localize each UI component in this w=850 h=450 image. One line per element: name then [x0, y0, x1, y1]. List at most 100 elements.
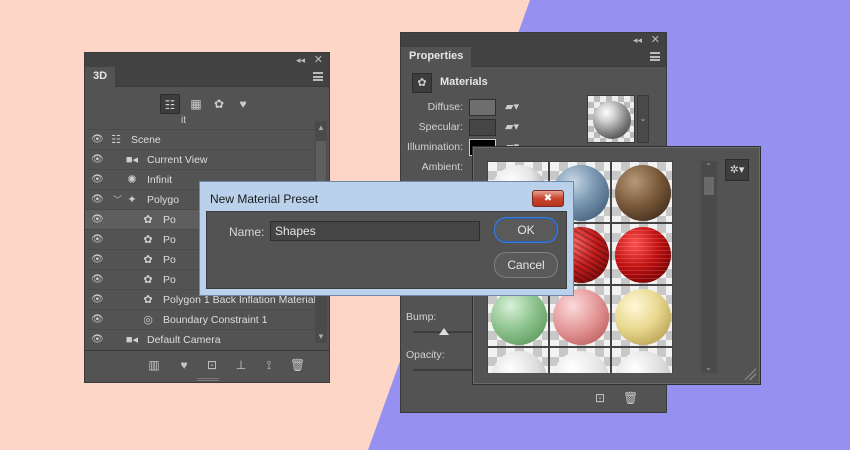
tree-row-label: Default Camera: [147, 334, 221, 346]
trash-icon[interactable]: 🗑: [290, 358, 305, 372]
scene-filter-icon[interactable]: ☷: [160, 94, 180, 114]
constraint-icon: ◎: [143, 314, 153, 326]
tree-row[interactable]: 👁 ◎ Boundary Constraint 1: [85, 309, 316, 329]
ambient-row: Ambient:: [401, 159, 463, 177]
material-filter-icon[interactable]: ✿: [209, 94, 229, 114]
light-add-icon[interactable]: ♥: [177, 358, 191, 372]
tab-3d[interactable]: 3D: [85, 67, 116, 87]
picker-scrollbar[interactable]: ⌃ ⌄: [701, 161, 717, 373]
material-swatch[interactable]: [487, 347, 549, 373]
camera-icon: ■◂: [125, 334, 139, 346]
collapse-icon[interactable]: ◂◂: [633, 35, 642, 46]
tree-row-label: Po: [163, 234, 176, 246]
cancel-button[interactable]: Cancel: [494, 252, 558, 278]
specular-row: Specular:: [401, 119, 463, 137]
sun-icon: ✺: [127, 174, 137, 186]
scene-icon: ☷: [111, 134, 121, 146]
section-title: Materials: [440, 76, 488, 88]
visibility-eye-icon[interactable]: 👁: [91, 154, 104, 165]
folder-icon[interactable]: ▰▾: [505, 100, 523, 114]
visibility-eye-icon[interactable]: 👁: [91, 174, 104, 185]
bump-slider-knob[interactable]: [439, 328, 449, 335]
panel-3d-bottom-toolbar: ▥ ♥ ⊡ ⊥ ⟟ 🗑: [85, 350, 329, 382]
visibility-eye-icon[interactable]: 👁: [91, 134, 104, 145]
material-icon: ✿: [143, 254, 153, 266]
panel-menu-icon[interactable]: [650, 52, 660, 61]
illumination-row: Illumination:: [401, 139, 463, 157]
visibility-eye-icon[interactable]: 👁: [91, 254, 104, 265]
illumination-label: Illumination:: [406, 141, 463, 153]
tree-row-label: Infinit: [147, 174, 173, 186]
visibility-eye-icon[interactable]: 👁: [91, 194, 104, 205]
bump-slider[interactable]: [413, 328, 477, 335]
visibility-eye-icon[interactable]: 👁: [91, 214, 104, 225]
tab-properties[interactable]: Properties: [401, 47, 472, 67]
collapse-icon[interactable]: ◂◂: [296, 55, 305, 66]
panel-resize-grip[interactable]: [197, 378, 219, 381]
panel-3d-tabbar: 3D: [85, 67, 329, 87]
close-icon[interactable]: ✕: [651, 33, 660, 46]
panel-menu-icon[interactable]: [313, 72, 323, 81]
name-label: Name:: [229, 225, 265, 239]
resize-handle-icon[interactable]: [744, 368, 756, 380]
material-swatch[interactable]: [549, 347, 611, 373]
render-icon[interactable]: ⊡: [205, 358, 219, 372]
mesh-filter-icon[interactable]: ▦: [186, 94, 206, 114]
trash-icon[interactable]: 🗑: [623, 391, 638, 405]
material-swatch[interactable]: [611, 223, 673, 285]
visibility-eye-icon[interactable]: 👁: [91, 314, 104, 325]
tree-row[interactable]: 👁 ■◂ Current View: [85, 149, 316, 169]
tree-row[interactable]: 👁 ☷ Scene: [85, 129, 316, 149]
tree-row-label: Boundary Constraint 1: [163, 314, 268, 326]
material-icon: ✿: [143, 214, 153, 226]
scroll-down-icon[interactable]: ▼: [317, 332, 325, 341]
dialog-body: Name: OK Cancel: [206, 211, 567, 289]
tree-row-label: Current View: [147, 154, 208, 166]
camera-icon: ■◂: [125, 154, 139, 166]
ok-button[interactable]: OK: [494, 217, 558, 243]
opacity-slider[interactable]: [413, 369, 477, 371]
tree-row[interactable]: 👁 ■◂ Default Camera: [85, 329, 316, 349]
properties-bottom-toolbar: ⊡ 🗑: [401, 384, 666, 412]
close-icon[interactable]: ✕: [314, 53, 323, 66]
specular-swatch[interactable]: [469, 119, 496, 136]
folder-icon[interactable]: ▰▾: [505, 120, 523, 134]
specular-label: Specular:: [418, 121, 463, 133]
light-filter-icon[interactable]: ♥: [233, 94, 253, 114]
chevron-down-icon[interactable]: ﹀: [113, 193, 122, 206]
ambient-label: Ambient:: [421, 161, 463, 173]
scroll-down-icon[interactable]: ⌄: [705, 363, 712, 372]
material-preview[interactable]: [587, 95, 635, 143]
properties-tabbar: Properties: [401, 47, 666, 67]
visibility-eye-icon[interactable]: 👁: [91, 334, 104, 345]
opacity-label: Opacity:: [406, 349, 445, 361]
scroll-up-icon[interactable]: ▲: [317, 123, 325, 132]
material-swatch[interactable]: [611, 285, 673, 347]
mesh-add-icon[interactable]: ▥: [147, 358, 161, 372]
scroll-thumb[interactable]: [704, 177, 714, 195]
visibility-eye-icon[interactable]: 👁: [91, 274, 104, 285]
gear-icon[interactable]: ✲▾: [725, 159, 749, 181]
render-icon[interactable]: ⊡: [593, 391, 607, 405]
tree-row-label: Scene: [131, 134, 161, 146]
chevron-down-icon[interactable]: ⌄: [637, 95, 649, 143]
material-swatch[interactable]: [611, 161, 673, 223]
diffuse-swatch[interactable]: [469, 99, 496, 116]
visibility-eye-icon[interactable]: 👁: [91, 294, 104, 305]
tree-row-label: Polygo: [147, 194, 180, 206]
name-input[interactable]: [270, 221, 480, 241]
close-icon[interactable]: ✖: [532, 190, 564, 207]
material-icon: ✿: [143, 294, 153, 306]
properties-titlebar: ◂◂ ✕: [401, 33, 666, 47]
new-material-preset-dialog: New Material Preset ✖ Name: OK Cancel: [199, 181, 574, 296]
header-fragment: it: [181, 115, 186, 126]
scroll-up-icon[interactable]: ⌃: [705, 162, 712, 171]
bump-row: Bump:: [401, 309, 441, 327]
material-icon: ✿: [412, 73, 432, 93]
tree-row-label: Po: [163, 214, 176, 226]
constraint-add-icon[interactable]: ⟟: [262, 358, 276, 373]
ground-icon[interactable]: ⊥: [234, 358, 248, 372]
material-swatch[interactable]: [611, 347, 673, 373]
filter-toolbar: ☷ ▦ ✿ ♥: [85, 87, 329, 121]
visibility-eye-icon[interactable]: 👁: [91, 234, 104, 245]
